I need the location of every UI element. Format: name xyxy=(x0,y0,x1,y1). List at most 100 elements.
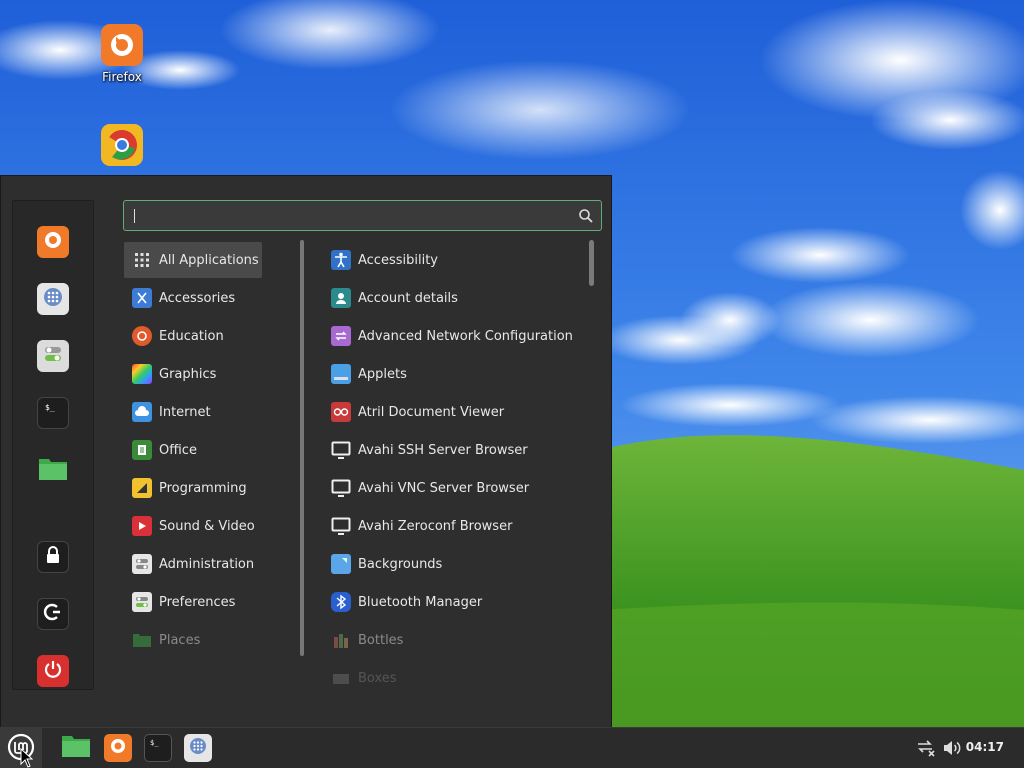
category-label: Preferences xyxy=(159,594,236,610)
clock[interactable]: 04:17 xyxy=(966,740,1004,754)
terminal-icon: $_ xyxy=(148,736,168,760)
app-bluetooth-manager[interactable]: Bluetooth Manager xyxy=(324,584,586,620)
app-avahi-zeroconf-browser[interactable]: Avahi Zeroconf Browser xyxy=(324,508,586,544)
category-all-applications[interactable]: All Applications xyxy=(124,242,262,278)
category-label: All Applications xyxy=(159,252,259,268)
category-administration[interactable]: Administration xyxy=(124,546,262,582)
fav-firefox[interactable] xyxy=(37,226,69,258)
chrome-icon xyxy=(101,124,143,166)
category-education[interactable]: Education xyxy=(124,318,262,354)
taskbar-terminal[interactable]: $_ xyxy=(144,734,172,762)
mouse-cursor-icon xyxy=(20,747,34,768)
software-manager-icon xyxy=(188,736,208,760)
app-label: Advanced Network Configuration xyxy=(358,328,573,344)
grid-icon xyxy=(132,250,152,270)
firefox-icon xyxy=(101,24,143,66)
menu-button[interactable] xyxy=(0,728,42,768)
app-label: Avahi SSH Server Browser xyxy=(358,442,528,458)
folder-icon xyxy=(61,734,91,762)
app-applets[interactable]: Applets xyxy=(324,356,586,392)
category-label: Places xyxy=(159,632,201,648)
programming-icon xyxy=(132,478,152,498)
fav-logout[interactable] xyxy=(37,598,69,630)
category-label: Programming xyxy=(159,480,247,496)
taskbar-files[interactable] xyxy=(62,734,90,762)
monitor-icon xyxy=(331,440,351,460)
boxes-icon xyxy=(331,668,351,688)
app-label: Atril Document Viewer xyxy=(358,404,505,420)
app-label: Applets xyxy=(358,366,407,382)
desktop-icon-chrome[interactable] xyxy=(82,124,162,170)
bluetooth-icon xyxy=(331,592,351,612)
volume-control[interactable] xyxy=(942,739,962,757)
administration-icon xyxy=(132,554,152,574)
firefox-icon xyxy=(42,229,64,255)
text-caret xyxy=(134,209,135,223)
category-graphics[interactable]: Graphics xyxy=(124,356,262,392)
category-label: Accessories xyxy=(159,290,236,306)
education-icon xyxy=(132,326,152,346)
graphics-icon xyxy=(132,364,152,384)
network-status[interactable] xyxy=(916,739,936,757)
app-list-scrollbar[interactable] xyxy=(589,240,594,286)
category-programming[interactable]: Programming xyxy=(124,470,262,506)
category-label: Internet xyxy=(159,404,211,420)
category-label: Administration xyxy=(159,556,255,572)
scissors-icon xyxy=(132,288,152,308)
search-icon xyxy=(578,208,594,224)
folder-icon xyxy=(38,455,68,485)
fav-lock[interactable] xyxy=(37,541,69,573)
pane-divider[interactable] xyxy=(300,240,304,656)
search-input[interactable] xyxy=(132,205,572,227)
app-atril-document-viewer[interactable]: Atril Document Viewer xyxy=(324,394,586,430)
app-advanced-network-configuration[interactable]: Advanced Network Configuration xyxy=(324,318,586,354)
application-list: Accessibility Account details Advanced N… xyxy=(324,242,588,688)
monitor-icon xyxy=(331,516,351,536)
taskbar-firefox[interactable] xyxy=(104,734,132,762)
cloud-icon xyxy=(132,402,152,422)
app-boxes[interactable]: Boxes xyxy=(324,660,586,688)
search-box[interactable] xyxy=(123,200,602,231)
fav-settings[interactable] xyxy=(37,340,69,372)
app-account-details[interactable]: Account details xyxy=(324,280,586,316)
accessibility-icon xyxy=(331,250,351,270)
category-internet[interactable]: Internet xyxy=(124,394,262,430)
terminal-icon: $_ xyxy=(42,400,64,426)
app-avahi-ssh-server-browser[interactable]: Avahi SSH Server Browser xyxy=(324,432,586,468)
category-label: Office xyxy=(159,442,197,458)
power-icon xyxy=(42,658,64,684)
category-places[interactable]: Places xyxy=(124,622,262,658)
app-label: Bottles xyxy=(358,632,404,648)
desktop-icon-firefox[interactable]: Firefox xyxy=(82,24,162,84)
network-icon xyxy=(331,326,351,346)
category-label: Education xyxy=(159,328,224,344)
app-label: Backgrounds xyxy=(358,556,443,572)
logout-icon xyxy=(42,601,64,627)
category-sound-video[interactable]: Sound & Video xyxy=(124,508,262,544)
applets-icon xyxy=(331,364,351,384)
app-backgrounds[interactable]: Backgrounds xyxy=(324,546,586,582)
volume-icon xyxy=(942,741,962,761)
category-preferences[interactable]: Preferences xyxy=(124,584,262,620)
taskbar-software-manager[interactable] xyxy=(184,734,212,762)
play-icon xyxy=(132,516,152,536)
app-accessibility[interactable]: Accessibility xyxy=(324,242,586,278)
svg-text:$_: $_ xyxy=(150,739,159,747)
fav-files[interactable] xyxy=(37,454,69,486)
category-office[interactable]: Office xyxy=(124,432,262,468)
atril-icon xyxy=(331,402,351,422)
category-accessories[interactable]: Accessories xyxy=(124,280,262,316)
folder-icon xyxy=(132,630,152,650)
desktop-icon-label: Firefox xyxy=(102,70,142,84)
network-disconnected-icon xyxy=(916,740,936,761)
app-avahi-vnc-server-browser[interactable]: Avahi VNC Server Browser xyxy=(324,470,586,506)
fav-terminal[interactable]: $_ xyxy=(37,397,69,429)
fav-software-manager[interactable] xyxy=(37,283,69,315)
app-bottles[interactable]: Bottles xyxy=(324,622,586,658)
fav-power[interactable] xyxy=(37,655,69,687)
lock-icon xyxy=(42,544,64,570)
backgrounds-icon xyxy=(331,554,351,574)
preferences-icon xyxy=(132,592,152,612)
app-label: Account details xyxy=(358,290,458,306)
category-label: Sound & Video xyxy=(159,518,255,534)
